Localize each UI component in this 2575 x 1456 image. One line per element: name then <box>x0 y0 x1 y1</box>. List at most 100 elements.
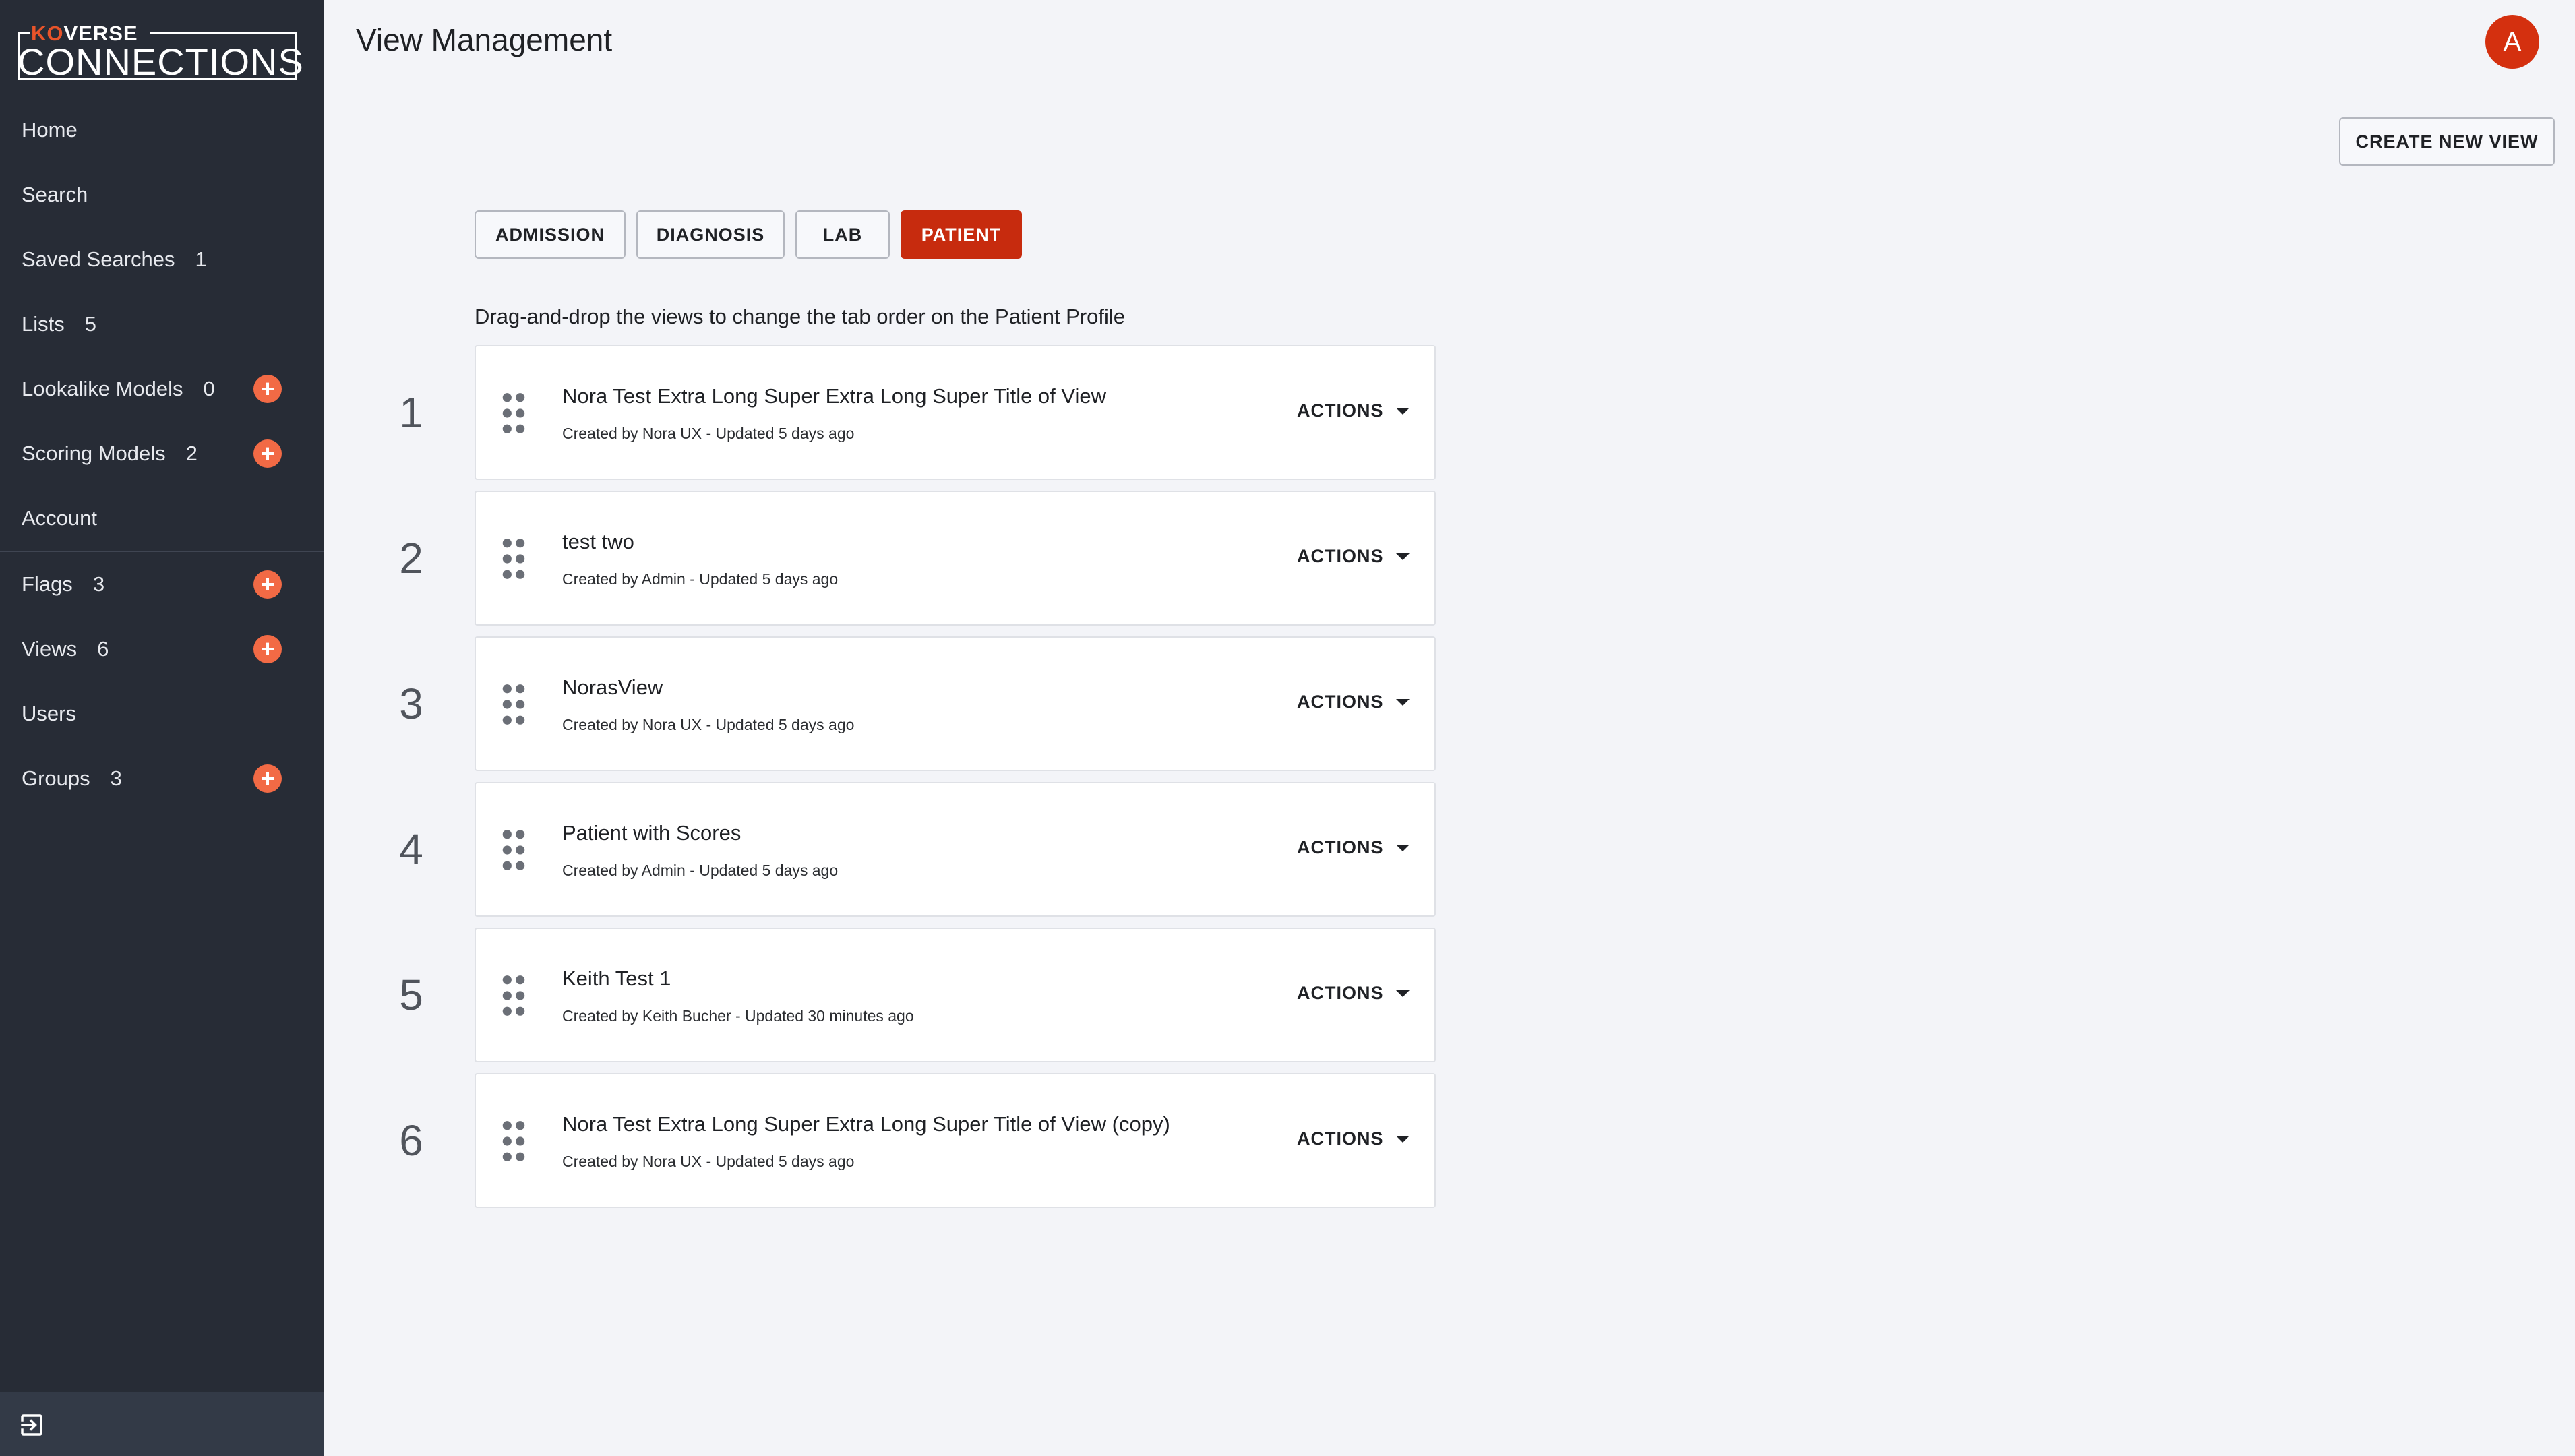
add-scoring-model-icon[interactable]: + <box>253 439 282 468</box>
view-title: test two <box>562 530 634 553</box>
view-card[interactable]: Nora Test Extra Long Super Extra Long Su… <box>475 1073 1436 1208</box>
entity-tabs: ADMISSION DIAGNOSIS LAB PATIENT <box>475 210 1033 259</box>
view-list: 1 Nora Test Extra Long Super Extra Long … <box>377 345 1436 1219</box>
view-card[interactable]: Patient with Scores Created by Admin - U… <box>475 782 1436 917</box>
sidebar-item-count: 5 <box>84 312 96 336</box>
view-position: 4 <box>399 825 423 874</box>
user-avatar[interactable]: A <box>2485 15 2539 69</box>
add-flag-icon[interactable]: + <box>253 570 282 599</box>
sidebar-item-flags[interactable]: Flags 3 + <box>0 552 324 617</box>
view-meta: Created by Admin - Updated 5 days ago <box>562 861 839 879</box>
add-group-icon[interactable]: + <box>253 764 282 793</box>
sidebar-item-label: Views <box>22 637 78 661</box>
actions-dropdown[interactable]: ACTIONS <box>1297 1128 1410 1149</box>
sidebar-item-count: 3 <box>110 766 122 790</box>
view-title: Keith Test 1 <box>562 967 671 990</box>
sidebar-item-home[interactable]: Home <box>0 98 324 162</box>
view-title: NorasView <box>562 675 663 699</box>
add-view-icon[interactable]: + <box>253 635 282 663</box>
view-row: 2 test two Created by Admin - Updated 5 … <box>377 491 1436 636</box>
sidebar-item-label: Home <box>22 118 78 142</box>
sidebar-item-count: 0 <box>203 377 215 400</box>
sidebar: KOVERSE CONNECTIONS Home Search Saved Se… <box>0 0 324 1456</box>
drag-handle-icon[interactable] <box>500 538 527 580</box>
sidebar-item-search[interactable]: Search <box>0 162 324 227</box>
view-row: 4 Patient with Scores Created by Admin -… <box>377 782 1436 928</box>
create-new-view-button[interactable]: CREATE NEW VIEW <box>2339 117 2555 166</box>
sidebar-item-label: Saved Searches <box>22 247 175 271</box>
view-title: Nora Test Extra Long Super Extra Long Su… <box>562 384 1107 408</box>
view-position: 1 <box>399 388 423 437</box>
sidebar-item-scoring-models[interactable]: Scoring Models 2 + <box>0 421 324 486</box>
actions-label: ACTIONS <box>1297 692 1384 712</box>
sidebar-item-label: Flags <box>22 572 73 596</box>
sidebar-item-lists[interactable]: Lists 5 <box>0 292 324 357</box>
view-card[interactable]: Nora Test Extra Long Super Extra Long Su… <box>475 345 1436 480</box>
sidebar-item-count: 6 <box>97 637 109 661</box>
tab-patient[interactable]: PATIENT <box>901 210 1022 259</box>
view-card[interactable]: test two Created by Admin - Updated 5 da… <box>475 491 1436 626</box>
drag-handle-icon[interactable] <box>500 684 527 725</box>
caret-down-icon <box>1395 1135 1410 1143</box>
add-lookalike-model-icon[interactable]: + <box>253 375 282 403</box>
sidebar-item-views[interactable]: Views 6 + <box>0 617 324 681</box>
view-row: 5 Keith Test 1 Created by Keith Bucher -… <box>377 928 1436 1073</box>
view-position: 6 <box>399 1116 423 1165</box>
sidebar-item-users[interactable]: Users <box>0 681 324 746</box>
sidebar-nav: Home Search Saved Searches 1 Lists 5 Loo… <box>0 98 324 811</box>
view-row: 3 NorasView Created by Nora UX - Updated… <box>377 636 1436 782</box>
drag-handle-icon[interactable] <box>500 975 527 1017</box>
view-meta: Created by Nora UX - Updated 5 days ago <box>562 1153 855 1170</box>
actions-dropdown[interactable]: ACTIONS <box>1297 983 1410 1004</box>
view-row: 1 Nora Test Extra Long Super Extra Long … <box>377 345 1436 491</box>
actions-dropdown[interactable]: ACTIONS <box>1297 546 1410 567</box>
caret-down-icon <box>1395 553 1410 560</box>
sidebar-item-label: Account <box>22 506 98 530</box>
tab-lab[interactable]: LAB <box>795 210 890 259</box>
view-title: Nora Test Extra Long Super Extra Long Su… <box>562 1112 1170 1136</box>
view-meta: Created by Nora UX - Updated 5 days ago <box>562 425 855 442</box>
sidebar-item-lookalike-models[interactable]: Lookalike Models 0 + <box>0 357 324 421</box>
logo-frame-line-left <box>18 32 30 34</box>
drag-handle-icon[interactable] <box>500 1120 527 1162</box>
view-meta: Created by Admin - Updated 5 days ago <box>562 570 839 588</box>
sidebar-item-count: 3 <box>92 572 105 596</box>
actions-label: ACTIONS <box>1297 983 1384 1003</box>
view-position: 5 <box>399 971 423 1019</box>
tab-admission[interactable]: ADMISSION <box>475 210 626 259</box>
actions-dropdown[interactable]: ACTIONS <box>1297 400 1410 421</box>
sidebar-item-label: Lookalike Models <box>22 377 183 400</box>
drag-handle-icon[interactable] <box>500 829 527 871</box>
sidebar-item-count: 2 <box>185 442 198 465</box>
sidebar-item-saved-searches[interactable]: Saved Searches 1 <box>0 227 324 292</box>
view-position: 2 <box>399 534 423 582</box>
sidebar-item-account[interactable]: Account <box>0 486 324 551</box>
sidebar-item-groups[interactable]: Groups 3 + <box>0 746 324 811</box>
actions-dropdown[interactable]: ACTIONS <box>1297 692 1410 712</box>
sidebar-item-label: Users <box>22 702 76 725</box>
actions-label: ACTIONS <box>1297 837 1384 857</box>
caret-down-icon <box>1395 844 1410 851</box>
view-card[interactable]: Keith Test 1 Created by Keith Bucher - U… <box>475 928 1436 1062</box>
koverse-connections-logo[interactable]: KOVERSE CONNECTIONS <box>18 20 304 83</box>
view-card[interactable]: NorasView Created by Nora UX - Updated 5… <box>475 636 1436 771</box>
caret-down-icon <box>1395 990 1410 997</box>
caret-down-icon <box>1395 407 1410 415</box>
actions-label: ACTIONS <box>1297 400 1384 421</box>
drag-handle-icon[interactable] <box>500 392 527 434</box>
sidebar-item-label: Search <box>22 183 88 206</box>
logout-icon[interactable] <box>18 1411 46 1439</box>
logo-bottom-text: CONNECTIONS <box>18 40 304 83</box>
sidebar-item-count: 1 <box>195 247 207 271</box>
actions-dropdown[interactable]: ACTIONS <box>1297 837 1410 858</box>
sidebar-item-label: Scoring Models <box>22 442 166 465</box>
sidebar-footer <box>0 1392 324 1456</box>
sidebar-item-label: Lists <box>22 312 65 336</box>
caret-down-icon <box>1395 698 1410 706</box>
logo-frame-line-right <box>150 32 297 34</box>
tab-diagnosis[interactable]: DIAGNOSIS <box>636 210 785 259</box>
view-row: 6 Nora Test Extra Long Super Extra Long … <box>377 1073 1436 1219</box>
reorder-hint: Drag-and-drop the views to change the ta… <box>475 305 1126 328</box>
view-title: Patient with Scores <box>562 821 741 845</box>
actions-label: ACTIONS <box>1297 546 1384 566</box>
